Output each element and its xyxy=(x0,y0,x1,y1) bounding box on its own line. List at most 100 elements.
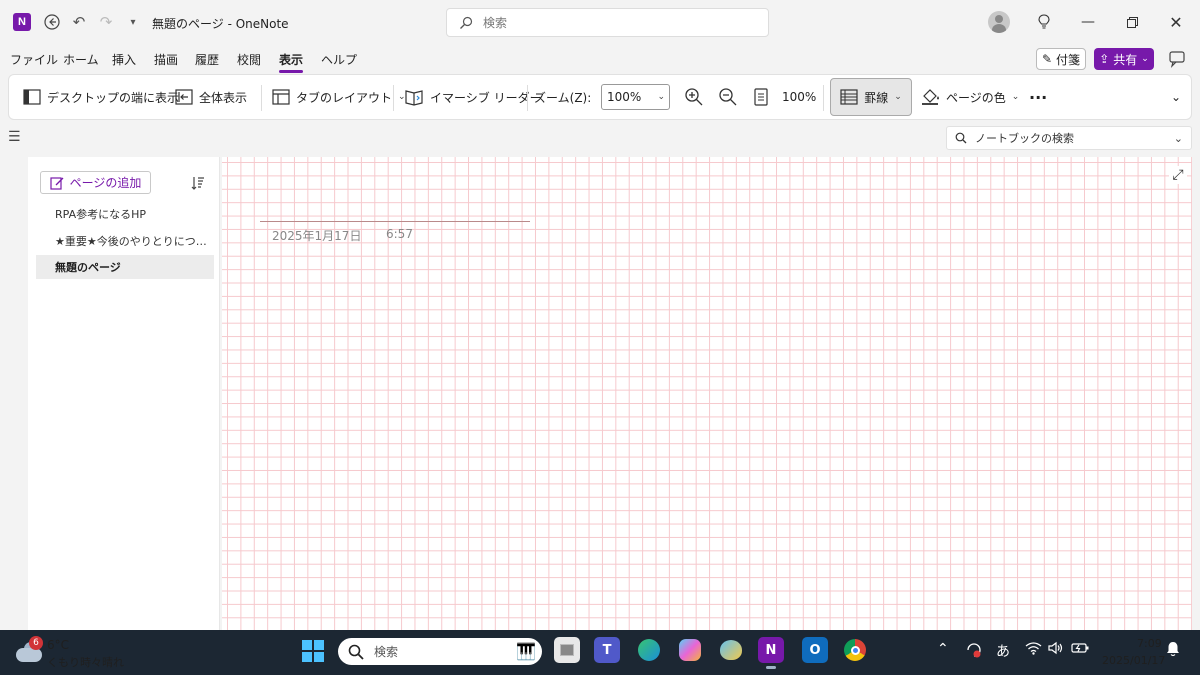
quick-access-dropdown-icon[interactable]: ▾ xyxy=(123,12,143,32)
tab-layout-button[interactable]: タブのレイアウト ⌄ xyxy=(272,75,406,119)
minimize-icon[interactable]: — xyxy=(1076,12,1100,32)
chevron-down-icon: ⌄ xyxy=(1171,90,1182,104)
wifi-icon[interactable] xyxy=(1025,641,1042,659)
tab-history[interactable]: 履歴 xyxy=(195,51,219,68)
start-button[interactable] xyxy=(302,640,324,662)
sticky-notes-label: 付箋 xyxy=(1056,52,1081,67)
page-list-item[interactable]: ★重要★今後のやりとりにつ… xyxy=(36,229,214,253)
tab-help[interactable]: ヘルプ xyxy=(321,51,357,68)
chevron-down-icon: ⌄ xyxy=(657,92,665,102)
restore-icon[interactable] xyxy=(1120,12,1144,32)
page-color-label: ページの色 xyxy=(946,90,1006,105)
paint-icon[interactable] xyxy=(718,637,744,663)
zoom-100-button[interactable]: 100% xyxy=(754,75,816,119)
chevron-down-icon: ⌄ xyxy=(894,92,902,102)
ribbon-separator xyxy=(823,85,824,111)
paint-bucket-icon xyxy=(922,89,939,105)
zoom-in-icon xyxy=(685,88,703,106)
zoom-out-icon xyxy=(719,88,737,106)
ribbon-separator xyxy=(527,85,528,111)
onenote-taskbar-icon[interactable]: N xyxy=(758,637,784,669)
redo-icon[interactable]: ↷ xyxy=(96,12,116,32)
ime-indicator[interactable]: あ xyxy=(996,641,1010,661)
add-page-label: ページの追加 xyxy=(69,176,142,190)
weather-condition[interactable]: くもり時々晴れ xyxy=(47,654,124,670)
dock-icon xyxy=(23,89,41,105)
zoom-out-button[interactable] xyxy=(718,75,738,119)
zoom-100-label: 100% xyxy=(782,90,817,104)
page-time: 6:57 xyxy=(386,227,413,241)
zoom-label-text: ズーム(Z): xyxy=(534,90,592,105)
taskbar-search-box[interactable]: 検索 🎹 xyxy=(338,638,542,665)
page-color-button[interactable]: ページの色 ⌄ xyxy=(920,75,1019,119)
sort-icon[interactable] xyxy=(190,174,206,192)
volume-icon[interactable] xyxy=(1048,641,1064,659)
tab-review[interactable]: 校閲 xyxy=(237,51,261,68)
notification-bell-icon[interactable] xyxy=(1166,641,1180,661)
chevron-down-icon: ⌄ xyxy=(1173,131,1183,145)
share-button[interactable]: ⇪ 共有 ⌄ xyxy=(1094,48,1154,70)
chrome-icon[interactable] xyxy=(842,637,868,663)
clock-time[interactable]: 7:09 xyxy=(1137,637,1162,650)
more-options-button[interactable]: ··· xyxy=(1029,75,1047,119)
tab-view[interactable]: 表示 xyxy=(279,51,304,73)
edge-icon[interactable] xyxy=(636,637,662,663)
dock-label: デスクトップの端に表示 xyxy=(47,90,180,105)
add-page-button[interactable]: ページの追加 xyxy=(40,171,151,194)
page-date: 2025年1月17日 xyxy=(272,229,362,243)
tab-insert[interactable]: 挿入 xyxy=(112,51,136,68)
dock-to-desktop-button[interactable]: デスクトップの端に表示 xyxy=(23,75,179,119)
immersive-reader-icon xyxy=(405,90,423,106)
recording-icon[interactable] xyxy=(965,641,983,663)
share-label: 共有 xyxy=(1113,52,1138,67)
expand-icon[interactable]: ⤢ xyxy=(1169,166,1187,184)
tab-layout-icon xyxy=(272,89,290,105)
back-icon[interactable] xyxy=(42,12,62,32)
close-icon[interactable]: ✕ xyxy=(1164,12,1188,32)
page-list-pane: ページの追加 RPA参考になるHP ★重要★今後のやりとりにつ… 無題のページ xyxy=(28,157,220,630)
battery-icon[interactable] xyxy=(1071,641,1089,659)
notebook-search-box[interactable]: ノートブックの検索 ⌄ xyxy=(946,126,1192,150)
hamburger-menu-icon[interactable]: ☰ xyxy=(8,130,22,144)
tab-home[interactable]: ホーム xyxy=(63,51,99,68)
title-search-box[interactable]: 検索 xyxy=(446,8,769,37)
search-icon xyxy=(955,132,967,144)
tab-draw[interactable]: 描画 xyxy=(154,51,178,68)
task-view-icon[interactable] xyxy=(554,637,580,663)
ribbon-separator xyxy=(393,85,394,111)
undo-icon[interactable]: ↶ xyxy=(69,12,89,32)
lightbulb-icon[interactable] xyxy=(1032,12,1056,32)
teams-icon[interactable]: T xyxy=(594,637,620,663)
rule-lines-button[interactable]: 罫線 ⌄ xyxy=(830,78,912,116)
full-page-view-button[interactable]: 全体表示 xyxy=(175,75,247,119)
ribbon-collapse-button[interactable]: ⌄ xyxy=(1171,75,1181,119)
page-list-item[interactable]: RPA参考になるHP xyxy=(36,202,214,226)
outlook-icon[interactable]: O xyxy=(802,637,828,663)
search-icon xyxy=(348,644,364,660)
zoom-select[interactable]: 100% ⌄ xyxy=(601,84,670,110)
rule-lines-label: 罫線 xyxy=(864,90,889,105)
sticky-notes-button[interactable]: ✎ 付箋 xyxy=(1036,48,1086,70)
share-icon: ⇪ xyxy=(1099,52,1110,66)
show-hidden-icons-icon[interactable]: ⌃ xyxy=(937,641,949,657)
copilot-icon[interactable] xyxy=(677,637,703,663)
account-avatar[interactable] xyxy=(988,11,1010,33)
clock-date[interactable]: 2025/01/17 xyxy=(1102,654,1165,667)
zoom-value: 100% xyxy=(607,90,642,104)
tab-file[interactable]: ファイル xyxy=(10,51,58,68)
notebook-search-placeholder: ノートブックの検索 xyxy=(975,132,1074,145)
note-canvas[interactable]: 2025年1月17日 6:57 ⤢ xyxy=(222,157,1192,630)
weather-temperature[interactable]: 6°C xyxy=(47,638,69,652)
feedback-icon[interactable] xyxy=(1167,49,1187,69)
zoom-in-button[interactable] xyxy=(684,75,704,119)
more-label: ··· xyxy=(1029,87,1048,107)
immersive-reader-button[interactable]: イマーシブ リーダー xyxy=(404,75,542,119)
page-title-line[interactable] xyxy=(260,221,530,222)
zoom-label: ズーム(Z): xyxy=(534,75,591,119)
tab-layout-label: タブのレイアウト xyxy=(296,90,393,105)
weather-badge: 6 xyxy=(29,636,43,650)
chevron-down-icon: ⌄ xyxy=(1011,92,1020,102)
page-list-item-selected[interactable]: 無題のページ xyxy=(36,255,214,279)
full-page-icon xyxy=(175,89,193,105)
sticky-note-icon: ✎ xyxy=(1041,52,1053,66)
